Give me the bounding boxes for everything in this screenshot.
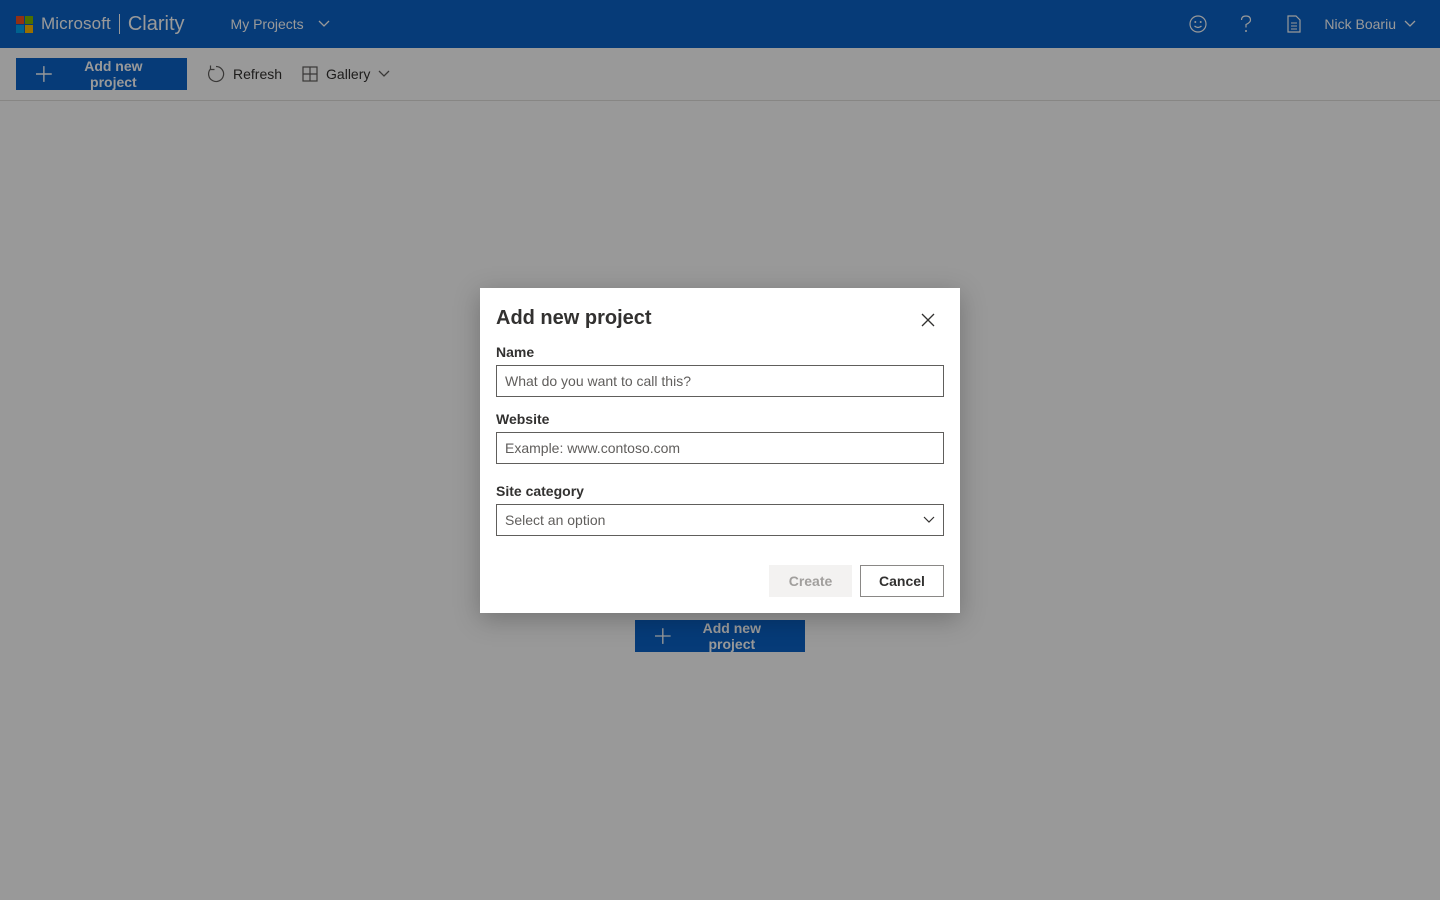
website-label: Website <box>496 411 550 427</box>
site-category-dropdown[interactable]: Select an option <box>496 504 944 536</box>
name-label: Name <box>496 344 535 360</box>
site-category-label: Site category <box>496 483 584 499</box>
dialog-title: Add new project <box>496 307 652 329</box>
close-button[interactable] <box>912 304 944 336</box>
add-project-dialog: Add new project Name Website Site catego… <box>480 288 960 613</box>
dialog-footer: Create Cancel <box>769 565 944 597</box>
website-input[interactable] <box>496 432 944 464</box>
create-button[interactable]: Create <box>769 565 852 597</box>
cancel-button[interactable]: Cancel <box>860 565 944 597</box>
site-category-value: Select an option <box>505 512 606 528</box>
name-input[interactable] <box>496 365 944 397</box>
chevron-down-icon <box>923 516 935 523</box>
close-icon <box>921 313 935 327</box>
